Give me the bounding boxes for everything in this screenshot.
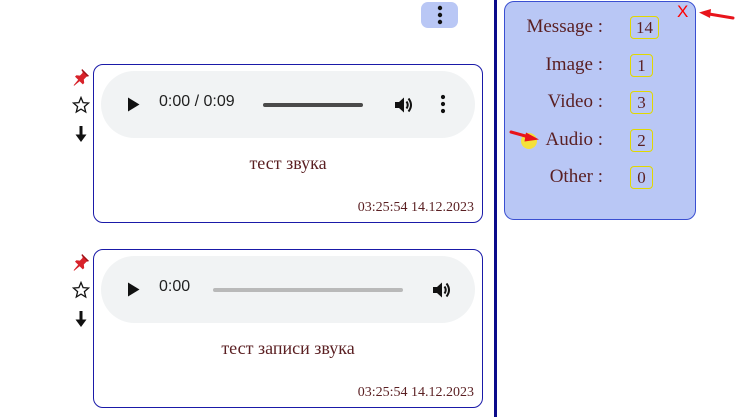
- close-button[interactable]: X: [677, 2, 688, 22]
- star-icon[interactable]: [72, 281, 90, 299]
- message-caption: тест записи звука: [221, 338, 355, 358]
- audio-player[interactable]: 0:00 / 0:09: [101, 71, 475, 138]
- stat-count-message: 14: [630, 16, 659, 39]
- stat-count-audio: 2: [630, 129, 653, 152]
- stat-label-video: Video :: [547, 91, 603, 112]
- arrow-pointer-icon: [699, 9, 735, 20]
- audio-time: 0:00: [159, 278, 191, 295]
- play-icon[interactable]: [127, 282, 140, 297]
- audio-time: 0:00 / 0:09: [159, 93, 235, 110]
- volume-icon[interactable]: [393, 94, 415, 116]
- pin-icon[interactable]: [72, 68, 90, 86]
- panel-divider: [494, 0, 497, 417]
- stats-panel: X Message : 14 Image : 1 Video : 3 Audio…: [504, 1, 696, 220]
- message-card: 0:00 / 0:09 тест звука 03:25:54 14.12.20…: [93, 64, 483, 223]
- stat-label-audio: Audio :: [545, 129, 603, 150]
- message-caption: тест звука: [249, 153, 327, 173]
- message-timestamp: 03:25:54 14.12.2023: [357, 385, 474, 400]
- play-icon[interactable]: [127, 97, 140, 112]
- audio-player[interactable]: 0:00: [101, 256, 475, 323]
- arrow-pointer-icon: [509, 130, 539, 149]
- audio-progress-track[interactable]: [263, 103, 363, 107]
- download-icon[interactable]: [72, 310, 90, 328]
- stat-count-other: 0: [630, 166, 653, 189]
- message-card: 0:00 тест записи звука 03:25:54 14.12.20…: [93, 249, 483, 408]
- pin-icon[interactable]: [72, 253, 90, 271]
- message-timestamp: 03:25:54 14.12.2023: [357, 200, 474, 215]
- player-options-icon[interactable]: [440, 94, 446, 114]
- volume-icon[interactable]: [431, 279, 453, 301]
- star-icon[interactable]: [72, 96, 90, 114]
- stat-label-image: Image :: [545, 54, 603, 75]
- more-menu-button[interactable]: [421, 2, 458, 28]
- stat-label-other: Other :: [549, 166, 603, 187]
- more-vertical-icon: [437, 5, 442, 25]
- stat-count-video: 3: [630, 91, 653, 114]
- audio-progress-track[interactable]: [213, 288, 403, 292]
- stat-count-image: 1: [630, 54, 653, 77]
- download-icon[interactable]: [72, 125, 90, 143]
- stat-label-message: Message :: [526, 16, 603, 37]
